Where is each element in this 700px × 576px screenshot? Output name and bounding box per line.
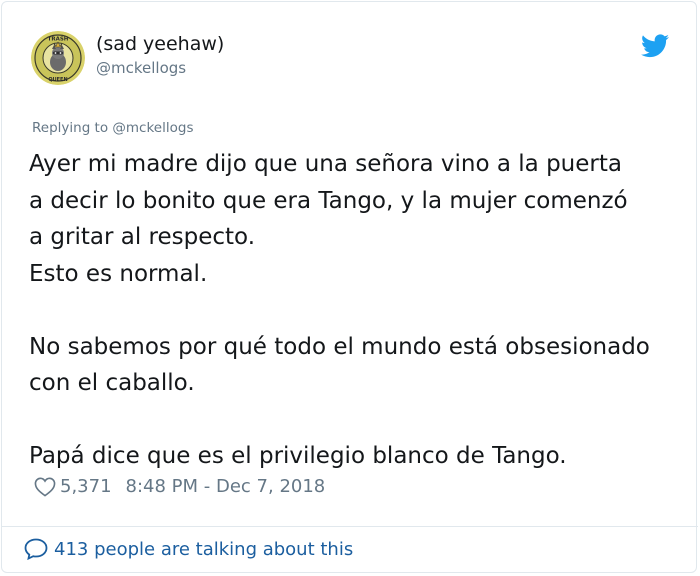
tweet-line: a gritar al respecto. bbox=[29, 224, 256, 250]
tweet-text: Ayer mi madre dijo que una señora vino a… bbox=[29, 146, 695, 475]
tweet-line: con el caballo. bbox=[29, 370, 195, 396]
replying-to-label: Replying to @mckellogs bbox=[32, 120, 194, 136]
display-name[interactable]: (sad yeehaw) bbox=[96, 33, 224, 55]
svg-text:QUEEN: QUEEN bbox=[48, 77, 67, 83]
talking-about-link[interactable]: 413 people are talking about this bbox=[24, 538, 353, 560]
tweet-line: Esto es normal. bbox=[29, 260, 208, 287]
tweet-timestamp[interactable]: 8:48 PM - Dec 7, 2018 bbox=[126, 476, 326, 497]
tweet-line: a decir lo bonito que era Tango, y la mu… bbox=[29, 187, 628, 214]
tweet-line: No sabemos por qué todo el mundo está ob… bbox=[29, 333, 650, 360]
tweet-line: Papá dice que es el privilegio blanco de… bbox=[29, 443, 567, 469]
talking-about-label[interactable]: 413 people are talking about this bbox=[54, 539, 353, 560]
svg-text:TRASH: TRASH bbox=[48, 37, 69, 43]
twitter-bird-icon[interactable] bbox=[641, 34, 669, 58]
tweet-meta: 5,371 8:48 PM - Dec 7, 2018 bbox=[34, 476, 325, 497]
avatar[interactable]: TRASH QUEEN bbox=[31, 31, 85, 85]
tweet-line: Ayer mi madre dijo que una señora vino a… bbox=[29, 151, 622, 177]
divider bbox=[2, 526, 698, 527]
user-handle[interactable]: @mckellogs bbox=[96, 59, 186, 77]
like-count[interactable]: 5,371 bbox=[60, 476, 112, 497]
heart-icon[interactable] bbox=[34, 477, 56, 497]
speech-bubble-icon bbox=[24, 538, 48, 560]
trash-queen-avatar-icon: TRASH QUEEN bbox=[31, 31, 85, 85]
